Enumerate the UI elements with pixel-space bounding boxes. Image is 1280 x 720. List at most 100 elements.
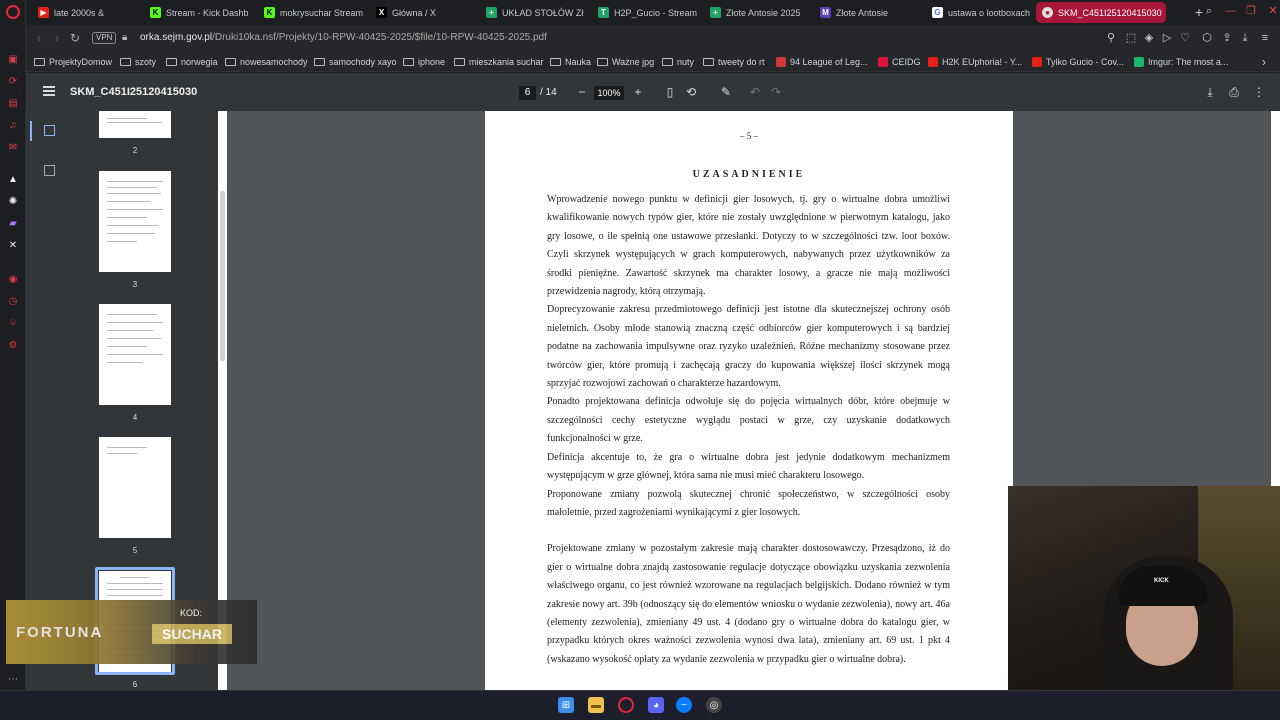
bookmark-folder[interactable]: nuty — [662, 55, 694, 69]
minimize-button[interactable]: — — [1224, 4, 1238, 18]
zoom-out-button[interactable]: − — [575, 85, 589, 99]
sponsor-logo: FORTUNA — [16, 624, 104, 641]
bookmark-site[interactable]: Tylko Gucio - Cov... — [1032, 55, 1124, 69]
search-tabs-icon[interactable]: ⌕ — [1202, 4, 1216, 18]
tab-mokrysuchar-stream[interactable]: K mokrysuchar Stream — [258, 2, 368, 23]
tab-zlote-antosie[interactable]: M Złote Antosie — [814, 2, 924, 23]
bookmark-folder[interactable]: Nauka — [550, 55, 591, 69]
close-button[interactable]: ✕ — [1266, 4, 1280, 18]
discord-icon[interactable]: ◕ — [648, 697, 664, 713]
undo-icon[interactable]: ↶ — [748, 85, 762, 99]
print-icon[interactable]: ⎙ — [1227, 85, 1241, 99]
tab-uklad-stolow[interactable]: + UKŁAD STOŁÓW Zł — [480, 2, 592, 23]
clock-icon[interactable]: ◷ — [6, 294, 20, 308]
thumbnails-icon[interactable] — [44, 125, 55, 136]
messenger-icon[interactable]: ~ — [676, 697, 692, 713]
bookmark-folder[interactable]: norwegia — [166, 55, 218, 69]
forward-button[interactable]: › — [50, 31, 64, 45]
tab-kick-dashboard[interactable]: K Stream - Kick Dashb — [144, 2, 256, 23]
menu-icon[interactable]: ≡ — [1258, 31, 1272, 45]
pdf-toolbar: SKM_C451I25120415030 6 / 14 − 100% + ▯ ⟲… — [26, 73, 1280, 111]
bookmark-site[interactable]: Imgur: The most a... — [1134, 55, 1228, 69]
downloads-icon[interactable]: ⤓ — [1238, 31, 1252, 45]
more-icon[interactable]: ⋯ — [6, 672, 20, 686]
rotate-icon[interactable]: ⟲ — [684, 85, 698, 99]
share-icon[interactable]: ⇪ — [1220, 31, 1234, 45]
chatgpt-icon[interactable]: ✺ — [6, 194, 20, 208]
heart-icon[interactable]: ♡ — [1178, 31, 1192, 45]
pin-page-icon[interactable]: ⚲ — [1104, 31, 1118, 45]
tab-label: Główna / X — [392, 7, 437, 18]
player-icon[interactable]: ◉ — [6, 272, 20, 286]
zoom-input[interactable]: 100% — [594, 86, 624, 100]
bookmark-folder[interactable]: tweety do rt — [703, 55, 765, 69]
zoom-in-button[interactable]: + — [631, 85, 645, 99]
tab-zlote-antosie-2025[interactable]: + Złote Antosie 2025 — [704, 2, 814, 23]
tab-label: ustawa o lootboxach — [948, 7, 1031, 18]
page-number-input[interactable]: 6 — [519, 86, 536, 100]
thumbnail-page-4[interactable] — [99, 304, 171, 405]
tab-ustawa-lootbox[interactable]: G ustawa o lootboxach — [926, 2, 1036, 23]
tab-x-home[interactable]: X Główna / X — [370, 2, 480, 23]
bookmark-folder[interactable]: Ważne jpg — [597, 55, 654, 69]
opera-icon[interactable] — [618, 697, 634, 713]
more-actions-icon[interactable]: ⋮ — [1252, 85, 1266, 99]
x-icon[interactable]: ✕ — [6, 238, 20, 252]
opera-logo-icon[interactable] — [6, 5, 20, 19]
screenshot-icon[interactable]: ⬚ — [1124, 31, 1138, 45]
send-icon[interactable]: ▷ — [1160, 31, 1174, 45]
aria-icon[interactable]: ▲ — [6, 172, 20, 186]
tab-label: late 2000s & — [54, 7, 105, 18]
youtube-icon — [928, 57, 938, 67]
wallet-icon[interactable]: ▤ — [6, 96, 20, 110]
thumbnail-page-5[interactable] — [99, 437, 171, 538]
bookmark-folder[interactable]: samochody xayo — [314, 55, 397, 69]
scrollbar-thumb[interactable] — [220, 191, 225, 361]
settings-icon[interactable]: ⚙ — [6, 338, 20, 352]
bookmark-folder[interactable]: mieszkania suchar — [454, 55, 544, 69]
redo-icon[interactable]: ↷ — [769, 85, 783, 99]
obs-icon[interactable]: ◎ — [706, 697, 722, 713]
back-button[interactable]: ‹ — [32, 31, 46, 45]
bookmark-folder[interactable]: szoty — [120, 55, 156, 69]
start-icon[interactable]: ⊞ — [558, 697, 574, 713]
extensions-icon[interactable]: ⬡ — [1200, 31, 1214, 45]
shield-icon[interactable]: ◈ — [1142, 31, 1156, 45]
reload-button[interactable]: ↻ — [68, 31, 82, 45]
tab-pdf-active[interactable]: ● SKM_C451I25120415030 — [1036, 2, 1166, 23]
vpn-badge[interactable]: VPN — [92, 32, 117, 44]
sidebar-menu-icon[interactable] — [43, 86, 55, 96]
maximize-button[interactable]: ❐ — [1244, 4, 1258, 18]
tab-late-2000s[interactable]: ▶ late 2000s & — [32, 2, 142, 23]
tab-h2p-gucio[interactable]: T H2P_Gucio - Stream — [592, 2, 704, 23]
sheets-icon: + — [486, 7, 497, 18]
annotate-icon[interactable]: ✎ — [719, 85, 733, 99]
url-field[interactable]: orka.sejm.gov.pl/Druki10ka.nsf/Projekty/… — [140, 32, 547, 43]
outline-icon[interactable] — [44, 165, 55, 176]
messenger-icon[interactable]: ✉ — [6, 140, 20, 154]
fit-page-icon[interactable]: ▯ — [663, 85, 677, 99]
pin-icon[interactable]: ⌾ — [6, 316, 20, 330]
file-explorer-icon[interactable]: ▬ — [588, 697, 604, 713]
address-bar: ‹ › ↻ VPN 🔒︎ orka.sejm.gov.pl/Druki10ka.… — [26, 26, 1280, 50]
download-icon[interactable]: ⤓ — [1203, 85, 1217, 99]
bookmark-folder[interactable]: ProjektyDomow — [34, 55, 112, 69]
thumbnail-page-2[interactable] — [99, 111, 171, 138]
history-icon[interactable]: ⟳ — [6, 74, 20, 88]
speed-dial-icon[interactable]: ▣ — [6, 52, 20, 66]
bookmark-site[interactable]: H2K EUphoria! - Y... — [928, 55, 1022, 69]
active-indicator — [30, 121, 32, 141]
bookmark-site[interactable]: CEIDG — [878, 55, 921, 69]
lock-icon[interactable]: 🔒︎ — [122, 32, 132, 44]
thumbnail-page-3[interactable] — [99, 171, 171, 272]
bookmarks-overflow-icon[interactable]: › — [1262, 55, 1266, 69]
x-icon: X — [376, 7, 387, 18]
bookmark-folder[interactable]: iphone — [403, 55, 445, 69]
twitch-icon[interactable]: ▰ — [6, 216, 20, 230]
bookmark-folder[interactable]: nowesamochody — [225, 55, 308, 69]
ceidg-icon — [878, 57, 888, 67]
music-icon[interactable]: ♫ — [6, 118, 20, 132]
folder-icon — [703, 58, 714, 66]
bookmark-site[interactable]: 94 League of Leg... — [776, 55, 868, 69]
globe-icon: ● — [1042, 7, 1053, 18]
